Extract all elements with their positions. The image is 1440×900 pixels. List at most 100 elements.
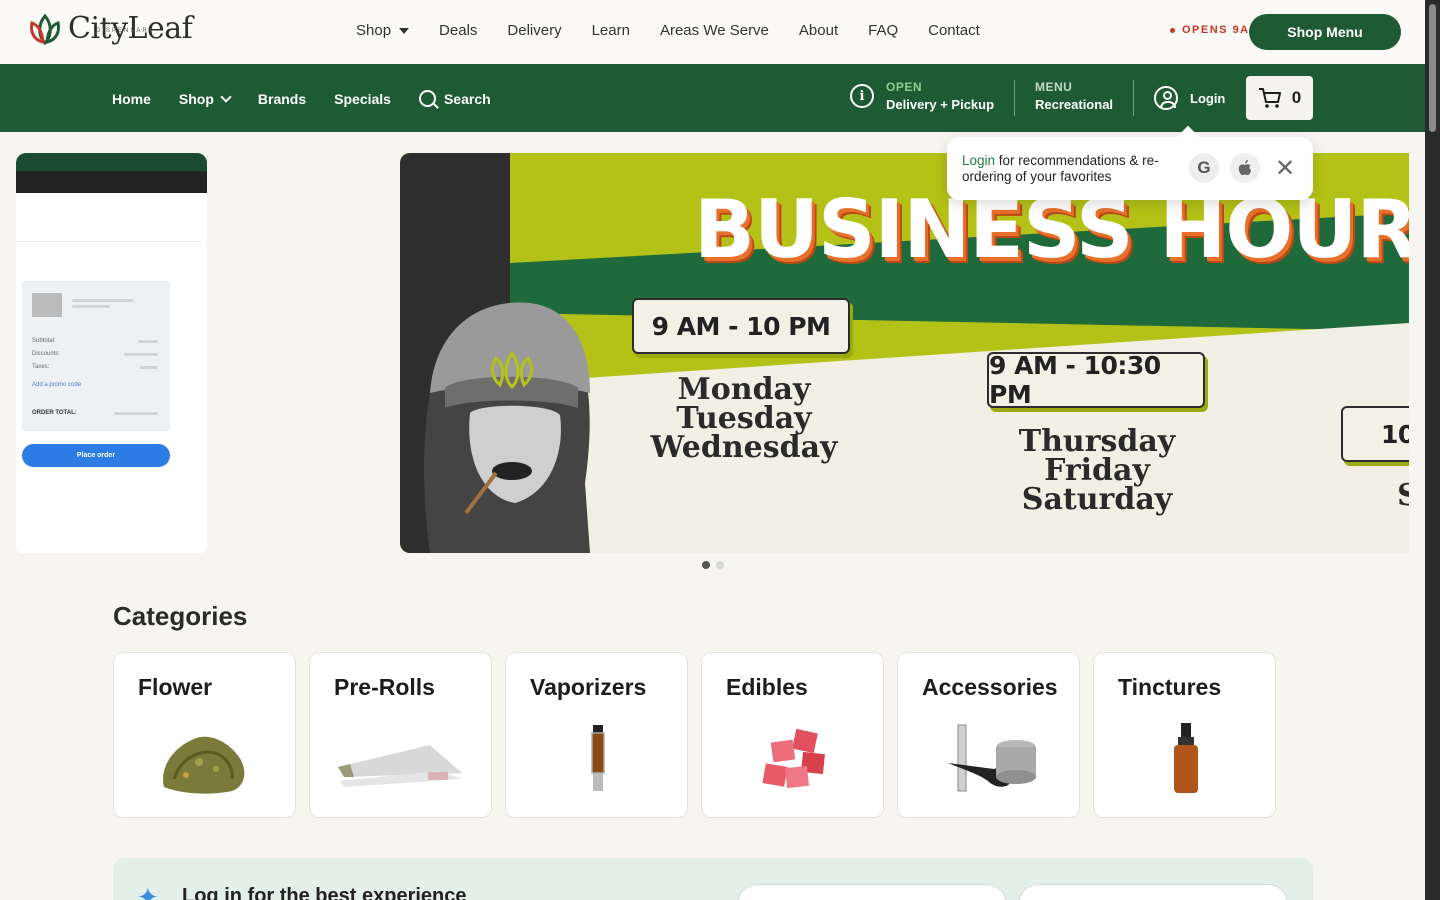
hero-banner[interactable]: BUSINESS HOURS 9 AM - 10 PM Monday Tuesd… bbox=[400, 153, 1409, 553]
order-total-label: ORDER TOTAL: bbox=[32, 410, 77, 416]
pre-roll-icon bbox=[338, 745, 462, 787]
nav-shop-label: Shop bbox=[178, 90, 214, 107]
top-nav-shop[interactable]: Shop bbox=[356, 22, 410, 39]
top-nav-delivery[interactable]: Delivery bbox=[507, 22, 561, 39]
category-name: Accessories bbox=[922, 674, 1058, 700]
cart-button[interactable]: 0 bbox=[1246, 76, 1313, 120]
menu-type[interactable]: MENU Recreational bbox=[1035, 80, 1113, 112]
top-nav-areas[interactable]: Areas We Serve bbox=[660, 22, 769, 39]
menu-value: Recreational bbox=[1035, 97, 1114, 112]
hours-slot-2: 9 AM - 10:30 PM bbox=[987, 351, 1205, 409]
nav-brands[interactable]: Brands bbox=[258, 91, 306, 107]
carousel-dots bbox=[702, 561, 724, 569]
categories-title: Categories bbox=[113, 601, 248, 631]
promo-code-link[interactable]: Add a promo code bbox=[32, 382, 81, 388]
top-nav-deals[interactable]: Deals bbox=[439, 22, 477, 39]
placeholder-bar bbox=[124, 353, 158, 356]
top-nav-faq[interactable]: FAQ bbox=[868, 22, 898, 39]
hours-slot-3: 10 bbox=[1341, 406, 1409, 462]
subtotal-label: Subtotal: bbox=[32, 338, 56, 344]
top-nav-learn[interactable]: Learn bbox=[592, 22, 630, 39]
close-icon[interactable]: ✕ bbox=[1275, 157, 1295, 181]
carousel-dot[interactable] bbox=[716, 561, 724, 569]
days-slot-1: Monday Tuesday Wednesday bbox=[640, 372, 848, 465]
login-option-button[interactable] bbox=[1018, 884, 1288, 900]
categories-grid: Flower Pre-Rolls Vaporizers Edibles Acce… bbox=[113, 652, 1276, 818]
gummies-icon bbox=[762, 728, 825, 789]
login-option-button[interactable] bbox=[737, 884, 1007, 900]
main-nav-bar: Home Shop Brands Specials Search i OPEN … bbox=[0, 64, 1425, 132]
taxes-label: Taxes: bbox=[32, 364, 50, 370]
top-nav-about[interactable]: About bbox=[799, 22, 838, 39]
opens-status: OPENS 9AM bbox=[1170, 24, 1260, 36]
category-card-accessories[interactable]: Accessories bbox=[897, 652, 1080, 818]
store-status[interactable]: i OPEN Delivery + Pickup bbox=[850, 80, 994, 112]
apple-login-button[interactable] bbox=[1230, 153, 1260, 183]
divider bbox=[16, 241, 202, 242]
user-icon bbox=[1154, 86, 1178, 110]
days-slot-3: S bbox=[1388, 478, 1409, 513]
placeholder-bar bbox=[72, 305, 110, 308]
day-label: Monday bbox=[677, 372, 811, 407]
category-card-edibles[interactable]: Edibles bbox=[701, 652, 884, 818]
top-nav-contact[interactable]: Contact bbox=[928, 22, 980, 39]
divider bbox=[1014, 80, 1015, 116]
google-login-button[interactable]: G bbox=[1189, 153, 1219, 183]
nav-home[interactable]: Home bbox=[112, 91, 151, 107]
login-label: Login bbox=[1190, 90, 1226, 106]
tincture-bottle-icon bbox=[1174, 723, 1198, 793]
login-button[interactable]: Login bbox=[1154, 86, 1225, 110]
apple-icon bbox=[1238, 160, 1251, 176]
category-card-pre-rolls[interactable]: Pre-Rolls bbox=[309, 652, 492, 818]
category-card-tinctures[interactable]: Tinctures bbox=[1093, 652, 1276, 818]
days-slot-2: Thursday Friday Saturday bbox=[993, 424, 1201, 515]
login-promo-banner: ✦ Log in for the best experience bbox=[113, 858, 1313, 900]
scrollbar-thumb[interactable] bbox=[1429, 4, 1436, 132]
tooltip-login-link[interactable]: Login bbox=[962, 153, 995, 168]
leaf-logo-icon bbox=[30, 13, 60, 46]
category-card-vaporizers[interactable]: Vaporizers bbox=[505, 652, 688, 818]
category-name: Pre-Rolls bbox=[334, 674, 435, 700]
preview-header-dark bbox=[16, 171, 207, 193]
product-thumbnail bbox=[32, 293, 62, 317]
day-label: Thursday bbox=[1018, 424, 1176, 459]
top-header: CityLeaf DISPENSARY Shop Deals Delivery … bbox=[0, 0, 1425, 64]
top-nav-label: Shop bbox=[356, 22, 392, 39]
discounts-label: Discounts: bbox=[32, 351, 61, 357]
checkout-preview: Subtotal: Discounts: Taxes: Add a promo … bbox=[16, 153, 207, 553]
category-name: Flower bbox=[138, 674, 213, 700]
status-value: Delivery + Pickup bbox=[886, 97, 995, 112]
cart-count: 0 bbox=[1291, 88, 1302, 107]
model-illustration bbox=[424, 302, 590, 553]
login-tooltip: Login for recommendations & re-ordering … bbox=[947, 137, 1313, 200]
divider bbox=[1133, 80, 1134, 116]
preview-header bbox=[16, 153, 207, 171]
status-dot-icon bbox=[1170, 27, 1175, 33]
vape-cartridge-icon bbox=[591, 725, 605, 791]
category-name: Tinctures bbox=[1118, 674, 1222, 700]
day-label: S bbox=[1397, 478, 1409, 513]
nav-shop[interactable]: Shop bbox=[178, 90, 232, 107]
category-card-flower[interactable]: Flower bbox=[113, 652, 296, 818]
order-summary-card: Subtotal: Discounts: Taxes: Add a promo … bbox=[22, 281, 170, 431]
menu-label: MENU bbox=[1035, 80, 1073, 94]
shop-menu-button[interactable]: Shop Menu bbox=[1249, 14, 1401, 50]
page-scrollbar[interactable] bbox=[1425, 0, 1440, 900]
sparkle-icon: ✦ bbox=[137, 882, 159, 900]
main-nav: Home Shop Brands Specials Search bbox=[112, 90, 491, 107]
placeholder-bar bbox=[138, 340, 158, 343]
flower-icon bbox=[163, 736, 245, 794]
hours-slot-1: 9 AM - 10 PM bbox=[632, 298, 850, 354]
search-icon bbox=[418, 90, 436, 107]
day-label: Friday bbox=[1044, 453, 1150, 488]
day-label: Tuesday bbox=[676, 401, 812, 436]
accessories-icon bbox=[948, 724, 1036, 792]
status-label: OPEN bbox=[886, 80, 923, 94]
nav-search[interactable]: Search bbox=[418, 90, 491, 107]
carousel-dot-active[interactable] bbox=[702, 561, 710, 569]
nav-specials[interactable]: Specials bbox=[334, 91, 391, 107]
category-name: Edibles bbox=[726, 674, 808, 700]
place-order-button[interactable]: Place order bbox=[22, 444, 170, 467]
brand-sub: DISPENSARY bbox=[96, 28, 155, 34]
day-label: Wednesday bbox=[650, 430, 838, 465]
